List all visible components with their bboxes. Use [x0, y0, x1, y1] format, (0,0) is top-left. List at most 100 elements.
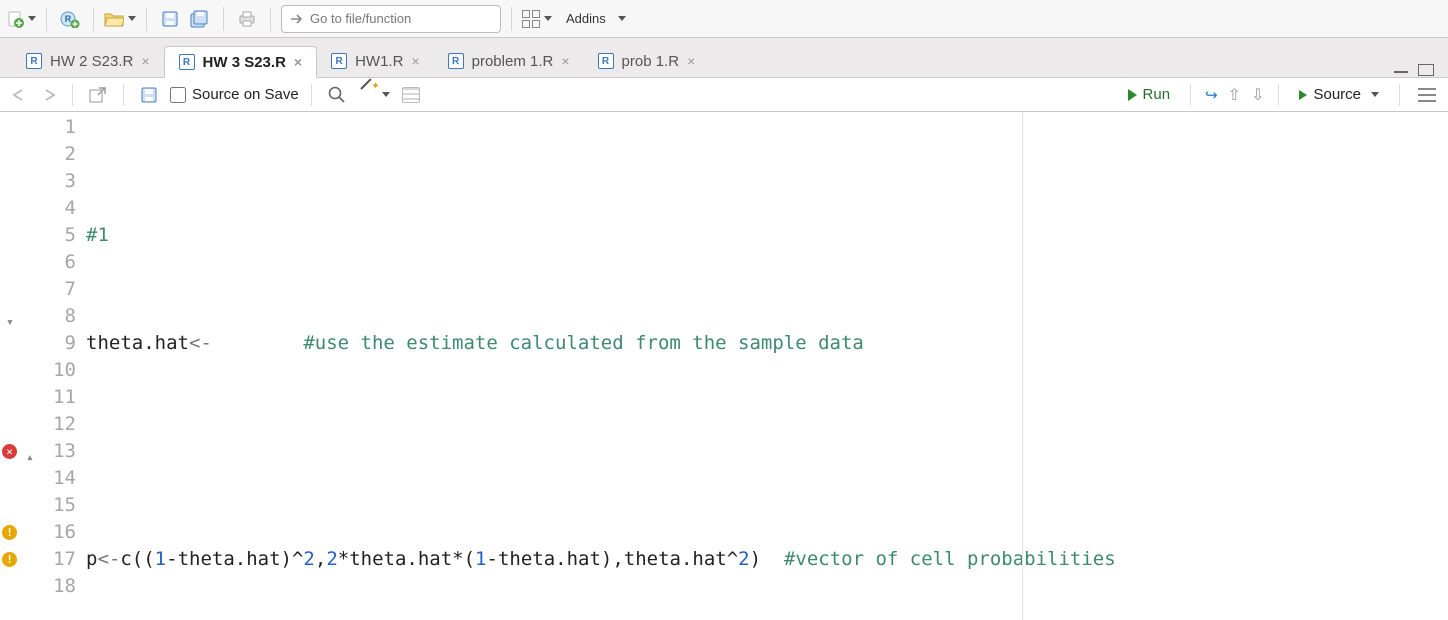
- minimize-pane-button[interactable]: [1394, 63, 1408, 73]
- warning-marker-icon[interactable]: !: [2, 552, 17, 567]
- gutter-line: 10: [0, 357, 86, 384]
- find-replace-button[interactable]: [324, 82, 350, 108]
- prev-section-button[interactable]: ⇧: [1228, 85, 1241, 105]
- tab-label: prob 1.R: [622, 53, 680, 70]
- compile-report-button[interactable]: [398, 82, 424, 108]
- gutter-line: !17: [0, 546, 86, 573]
- caret-down-icon: [28, 16, 36, 21]
- code-line: p<-c((1-theta.hat)^2,2*theta.hat*(1-thet…: [86, 546, 1448, 573]
- gutter-line: 18: [0, 573, 86, 600]
- tab-label: HW 2 S23.R: [50, 53, 133, 70]
- close-icon[interactable]: ×: [141, 54, 149, 68]
- source-on-save-checkbox[interactable]: Source on Save: [170, 86, 299, 103]
- document-outline-button[interactable]: [1414, 82, 1440, 108]
- maximize-pane-button[interactable]: [1418, 64, 1434, 76]
- toolbar-divider: [93, 7, 94, 31]
- close-icon[interactable]: ×: [294, 55, 302, 69]
- addins-label: Addins: [562, 11, 610, 26]
- addins-menu[interactable]: Addins: [556, 6, 632, 32]
- r-file-icon: R: [448, 53, 464, 69]
- search-icon: [327, 85, 347, 105]
- new-project-button[interactable]: R: [57, 6, 83, 32]
- arrow-left-icon: [10, 88, 28, 102]
- tab-hw3[interactable]: R HW 3 S23.R ×: [164, 46, 318, 78]
- gutter-line: 3: [0, 168, 86, 195]
- tab-label: problem 1.R: [472, 53, 554, 70]
- r-file-icon: R: [598, 53, 614, 69]
- new-file-button[interactable]: [6, 6, 36, 32]
- save-button[interactable]: [157, 6, 183, 32]
- toolbar-divider: [72, 84, 73, 106]
- play-icon: [1299, 90, 1307, 100]
- nav-back-button[interactable]: [8, 84, 30, 106]
- pane-window-controls: [1394, 63, 1440, 77]
- r-file-icon: R: [26, 53, 42, 69]
- gutter-line: 9: [0, 330, 86, 357]
- tab-hw1[interactable]: R HW1.R ×: [317, 45, 434, 77]
- toolbar-divider: [270, 7, 271, 31]
- print-margin-guide: [1022, 112, 1023, 620]
- new-file-icon: [6, 10, 24, 28]
- save-icon: [162, 11, 178, 27]
- gutter-line: 7: [0, 276, 86, 303]
- line-gutter: 1 2 3 4 5 6 7 ▾8 9 10 11 12 ✕▴13 14 15 !…: [0, 112, 86, 620]
- svg-text:R: R: [65, 14, 72, 24]
- gutter-line: 1: [0, 114, 86, 141]
- tab-hw2[interactable]: R HW 2 S23.R ×: [12, 45, 164, 77]
- goto-arrow-icon: [290, 13, 304, 25]
- code-editor[interactable]: 1 2 3 4 5 6 7 ▾8 9 10 11 12 ✕▴13 14 15 !…: [0, 112, 1448, 620]
- close-icon[interactable]: ×: [687, 54, 695, 68]
- caret-down-icon: [128, 16, 136, 21]
- toolbar-divider: [311, 84, 312, 106]
- show-in-new-window-button[interactable]: [85, 82, 111, 108]
- goto-file-function-input[interactable]: Go to file/function: [281, 5, 501, 33]
- source-on-save-label: Source on Save: [192, 86, 299, 103]
- source-label: Source: [1313, 86, 1361, 103]
- editor-save-button[interactable]: [136, 82, 162, 108]
- source-button[interactable]: Source: [1293, 84, 1385, 105]
- open-file-button[interactable]: [104, 6, 136, 32]
- close-icon[interactable]: ×: [561, 54, 569, 68]
- arrow-right-icon: [40, 88, 58, 102]
- toolbar-divider: [123, 84, 124, 106]
- toolbar-divider: [511, 7, 512, 31]
- next-section-button[interactable]: ⇩: [1251, 85, 1264, 105]
- app-toolbar: R: [0, 0, 1448, 38]
- gutter-line: 5: [0, 222, 86, 249]
- gutter-line: 11: [0, 384, 86, 411]
- editor-tabs: R HW 2 S23.R × R HW 3 S23.R × R HW1.R × …: [0, 38, 1448, 78]
- close-icon[interactable]: ×: [411, 54, 419, 68]
- wand-icon: [358, 85, 378, 105]
- warning-marker-icon[interactable]: !: [2, 525, 17, 540]
- source-on-save-input[interactable]: [170, 87, 186, 103]
- run-button[interactable]: Run: [1122, 84, 1177, 105]
- gutter-line: 12: [0, 411, 86, 438]
- outline-icon: [1418, 88, 1436, 102]
- nav-forward-button[interactable]: [38, 84, 60, 106]
- rerun-button[interactable]: ↪: [1205, 86, 1218, 104]
- editor-toolbar: Source on Save Run ↪ ⇧ ⇩ Source: [0, 78, 1448, 112]
- error-marker-icon[interactable]: ✕: [2, 444, 17, 459]
- save-all-icon: [190, 10, 210, 28]
- toolbar-divider: [1399, 84, 1400, 106]
- caret-down-icon: [1371, 92, 1379, 97]
- print-button[interactable]: [234, 6, 260, 32]
- popout-icon: [89, 87, 107, 103]
- run-label: Run: [1143, 86, 1171, 103]
- tab-label: HW 3 S23.R: [203, 54, 286, 71]
- print-icon: [238, 11, 256, 27]
- panes-button[interactable]: [522, 6, 552, 32]
- tab-prob1[interactable]: R prob 1.R ×: [584, 45, 710, 77]
- save-all-button[interactable]: [187, 6, 213, 32]
- r-file-icon: R: [331, 53, 347, 69]
- code-area[interactable]: #1 theta.hat<- #use the estimate calcula…: [86, 112, 1448, 620]
- caret-down-icon: [382, 92, 390, 97]
- code-tools-button[interactable]: [358, 82, 390, 108]
- gutter-line: 4: [0, 195, 86, 222]
- report-icon: [402, 87, 420, 103]
- gutter-line: ▾8: [0, 303, 86, 330]
- new-project-icon: R: [60, 10, 80, 28]
- goto-placeholder: Go to file/function: [310, 11, 411, 26]
- code-line: #1: [86, 222, 1448, 249]
- tab-problem1[interactable]: R problem 1.R ×: [434, 45, 584, 77]
